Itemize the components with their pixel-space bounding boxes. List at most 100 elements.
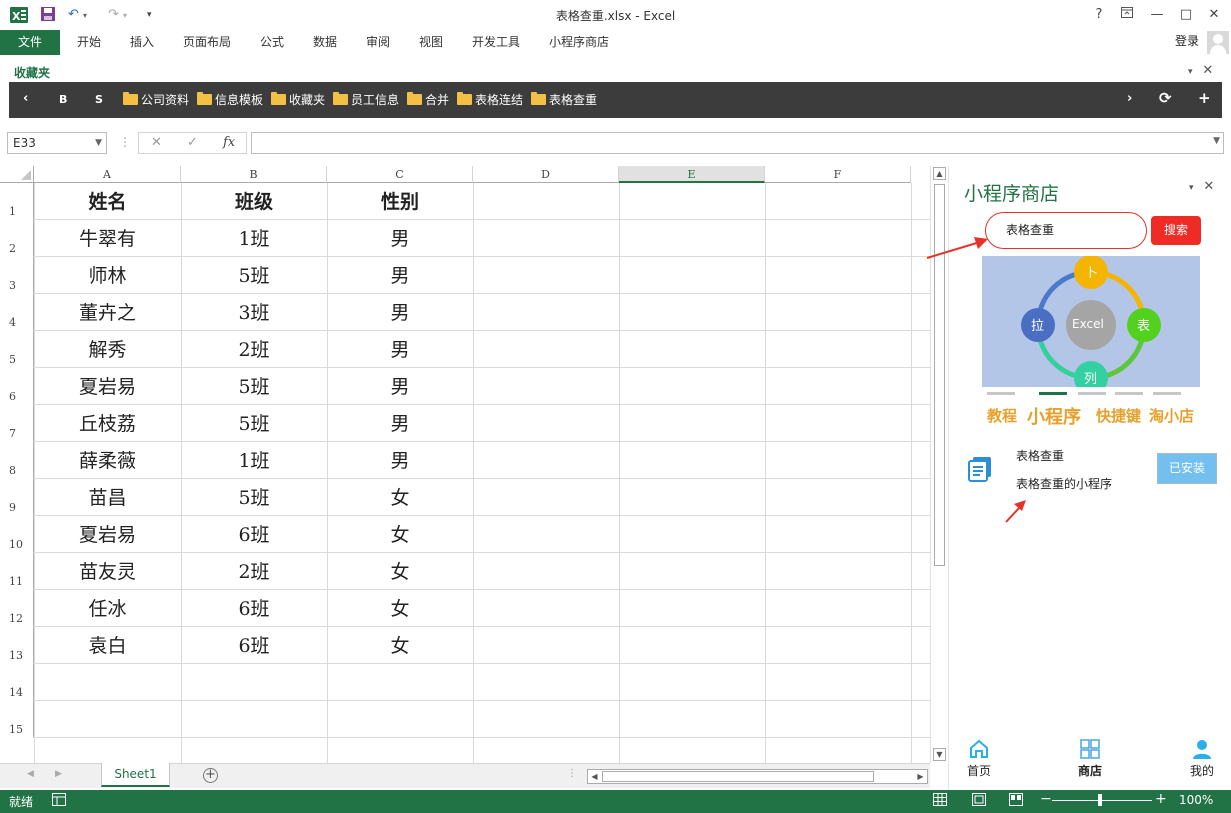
table-cell[interactable]: 牛翠有 bbox=[34, 220, 181, 257]
table-cell[interactable]: 男 bbox=[327, 294, 473, 331]
row-header[interactable]: 10 bbox=[0, 516, 34, 553]
table-cell[interactable]: 2班 bbox=[181, 553, 327, 590]
ribbon-display-button[interactable] bbox=[1115, 5, 1139, 25]
sheet-next-icon[interactable]: ▶ bbox=[55, 769, 62, 779]
tab-data[interactable]: 数据 bbox=[313, 30, 337, 55]
row-header[interactable]: 11 bbox=[0, 553, 34, 590]
promo-banner[interactable]: Excel 卜 拉 表 列 bbox=[982, 256, 1200, 387]
page-break-view-icon[interactable] bbox=[1009, 793, 1023, 808]
category-tutorial[interactable]: 教程 bbox=[987, 405, 1017, 426]
add-favorite-button[interactable]: + bbox=[1198, 89, 1211, 107]
table-cell[interactable]: 袁白 bbox=[34, 627, 181, 664]
table-cell[interactable]: 夏岩易 bbox=[34, 516, 181, 553]
table-cell[interactable]: 女 bbox=[327, 479, 473, 516]
zoom-out-button[interactable]: − bbox=[1040, 791, 1052, 807]
tab-home[interactable]: 开始 bbox=[77, 30, 101, 55]
sheet-prev-icon[interactable]: ◀ bbox=[27, 769, 34, 779]
table-cell[interactable]: 6班 bbox=[181, 516, 327, 553]
table-cell[interactable]: 男 bbox=[327, 220, 473, 257]
zoom-level[interactable]: 100% bbox=[1179, 793, 1213, 808]
table-cell[interactable]: 女 bbox=[327, 627, 473, 664]
tab-store[interactable]: 商店 bbox=[1065, 738, 1115, 779]
table-cell[interactable]: 女 bbox=[327, 590, 473, 627]
table-cell[interactable]: 女 bbox=[327, 553, 473, 590]
row-header[interactable]: 15 bbox=[0, 701, 34, 738]
folder-item[interactable]: 表格连结 bbox=[457, 92, 523, 108]
tab-view[interactable]: 视图 bbox=[419, 30, 443, 55]
select-all-corner[interactable] bbox=[0, 166, 34, 183]
table-cell[interactable]: 2班 bbox=[181, 331, 327, 368]
column-header-a[interactable]: A bbox=[34, 166, 181, 183]
row-header[interactable]: 2 bbox=[0, 220, 34, 257]
search-button[interactable]: 搜索 bbox=[1151, 216, 1201, 245]
table-cell[interactable]: 男 bbox=[327, 331, 473, 368]
tab-mini-program-store[interactable]: 小程序商店 bbox=[549, 30, 609, 55]
row-header[interactable]: 12 bbox=[0, 590, 34, 627]
row-header[interactable]: 7 bbox=[0, 405, 34, 442]
table-cell[interactable]: 女 bbox=[327, 516, 473, 553]
table-cell[interactable]: 3班 bbox=[181, 294, 327, 331]
help-button[interactable]: ? bbox=[1087, 5, 1111, 25]
pane-close-icon[interactable]: ✕ bbox=[1202, 63, 1213, 78]
table-cell[interactable]: 薛柔薇 bbox=[34, 442, 181, 479]
tab-split-grip[interactable]: ⋮ bbox=[567, 768, 577, 779]
carousel-dot[interactable] bbox=[1115, 392, 1143, 395]
zoom-slider[interactable] bbox=[1052, 800, 1152, 801]
page-layout-view-icon[interactable] bbox=[972, 793, 986, 808]
table-cell[interactable]: 6班 bbox=[181, 590, 327, 627]
folder-item[interactable]: 表格查重 bbox=[531, 92, 597, 108]
table-cell[interactable]: 男 bbox=[327, 442, 473, 479]
table-cell[interactable]: 夏岩易 bbox=[34, 368, 181, 405]
close-button[interactable]: ✕ bbox=[1202, 5, 1226, 25]
row-header[interactable]: 4 bbox=[0, 294, 34, 331]
scroll-up-icon[interactable]: ▲ bbox=[933, 167, 946, 180]
table-cell[interactable]: 5班 bbox=[181, 405, 327, 442]
formula-bar-grip[interactable]: ⋮ bbox=[119, 135, 131, 149]
row-header[interactable]: 6 bbox=[0, 368, 34, 405]
table-cell[interactable]: 董卉之 bbox=[34, 294, 181, 331]
carousel-dot[interactable] bbox=[1153, 392, 1181, 395]
tab-formulas[interactable]: 公式 bbox=[260, 30, 284, 55]
chevron-down-icon[interactable]: ▼ bbox=[1213, 136, 1220, 146]
category-shortcuts[interactable]: 快捷键 bbox=[1096, 405, 1141, 426]
maximize-button[interactable]: □ bbox=[1174, 5, 1198, 25]
login-link[interactable]: 登录 bbox=[1175, 30, 1199, 52]
favorites-b-button[interactable]: B bbox=[59, 93, 67, 106]
tab-review[interactable]: 审阅 bbox=[366, 30, 390, 55]
panel-options-icon[interactable]: ▾ bbox=[1189, 183, 1194, 193]
table-cell[interactable]: 5班 bbox=[181, 479, 327, 516]
row-header[interactable]: 1 bbox=[0, 183, 34, 220]
table-cell[interactable]: 男 bbox=[327, 405, 473, 442]
scrollbar-thumb[interactable] bbox=[934, 184, 945, 566]
row-header[interactable]: 14 bbox=[0, 664, 34, 701]
table-cell[interactable]: 1班 bbox=[181, 442, 327, 479]
table-header-cell[interactable]: 班级 bbox=[181, 183, 327, 220]
panel-close-icon[interactable]: ✕ bbox=[1203, 179, 1214, 194]
macro-record-icon[interactable] bbox=[52, 793, 66, 808]
table-header-cell[interactable]: 性别 bbox=[327, 183, 473, 220]
folder-item[interactable]: 信息模板 bbox=[197, 92, 263, 108]
insert-function-button[interactable]: fx bbox=[223, 135, 235, 150]
column-header-d[interactable]: D bbox=[473, 166, 619, 183]
zoom-in-button[interactable]: + bbox=[1155, 791, 1167, 807]
table-cell[interactable]: 6班 bbox=[181, 627, 327, 664]
enter-icon[interactable]: ✓ bbox=[187, 135, 198, 150]
row-header[interactable]: 9 bbox=[0, 479, 34, 516]
table-cell[interactable]: 1班 bbox=[181, 220, 327, 257]
scroll-left-icon[interactable]: ◀ bbox=[588, 770, 601, 783]
carousel-dot[interactable] bbox=[1078, 392, 1106, 395]
table-cell[interactable]: 男 bbox=[327, 368, 473, 405]
refresh-icon[interactable]: ⟳ bbox=[1159, 89, 1172, 107]
column-header-f[interactable]: F bbox=[765, 166, 911, 183]
column-header-b[interactable]: B bbox=[181, 166, 327, 183]
tab-insert[interactable]: 插入 bbox=[130, 30, 154, 55]
table-cell[interactable]: 男 bbox=[327, 257, 473, 294]
table-cell[interactable]: 丘枝荔 bbox=[34, 405, 181, 442]
table-cell[interactable]: 师林 bbox=[34, 257, 181, 294]
sheet-tab[interactable]: Sheet1 bbox=[101, 763, 170, 787]
favorites-prev-button[interactable]: ‹ bbox=[23, 91, 28, 106]
add-sheet-button[interactable]: + bbox=[203, 768, 218, 783]
carousel-dot[interactable] bbox=[987, 392, 1015, 395]
tab-home[interactable]: 首页 bbox=[954, 738, 1004, 779]
tab-developer[interactable]: 开发工具 bbox=[472, 30, 520, 55]
